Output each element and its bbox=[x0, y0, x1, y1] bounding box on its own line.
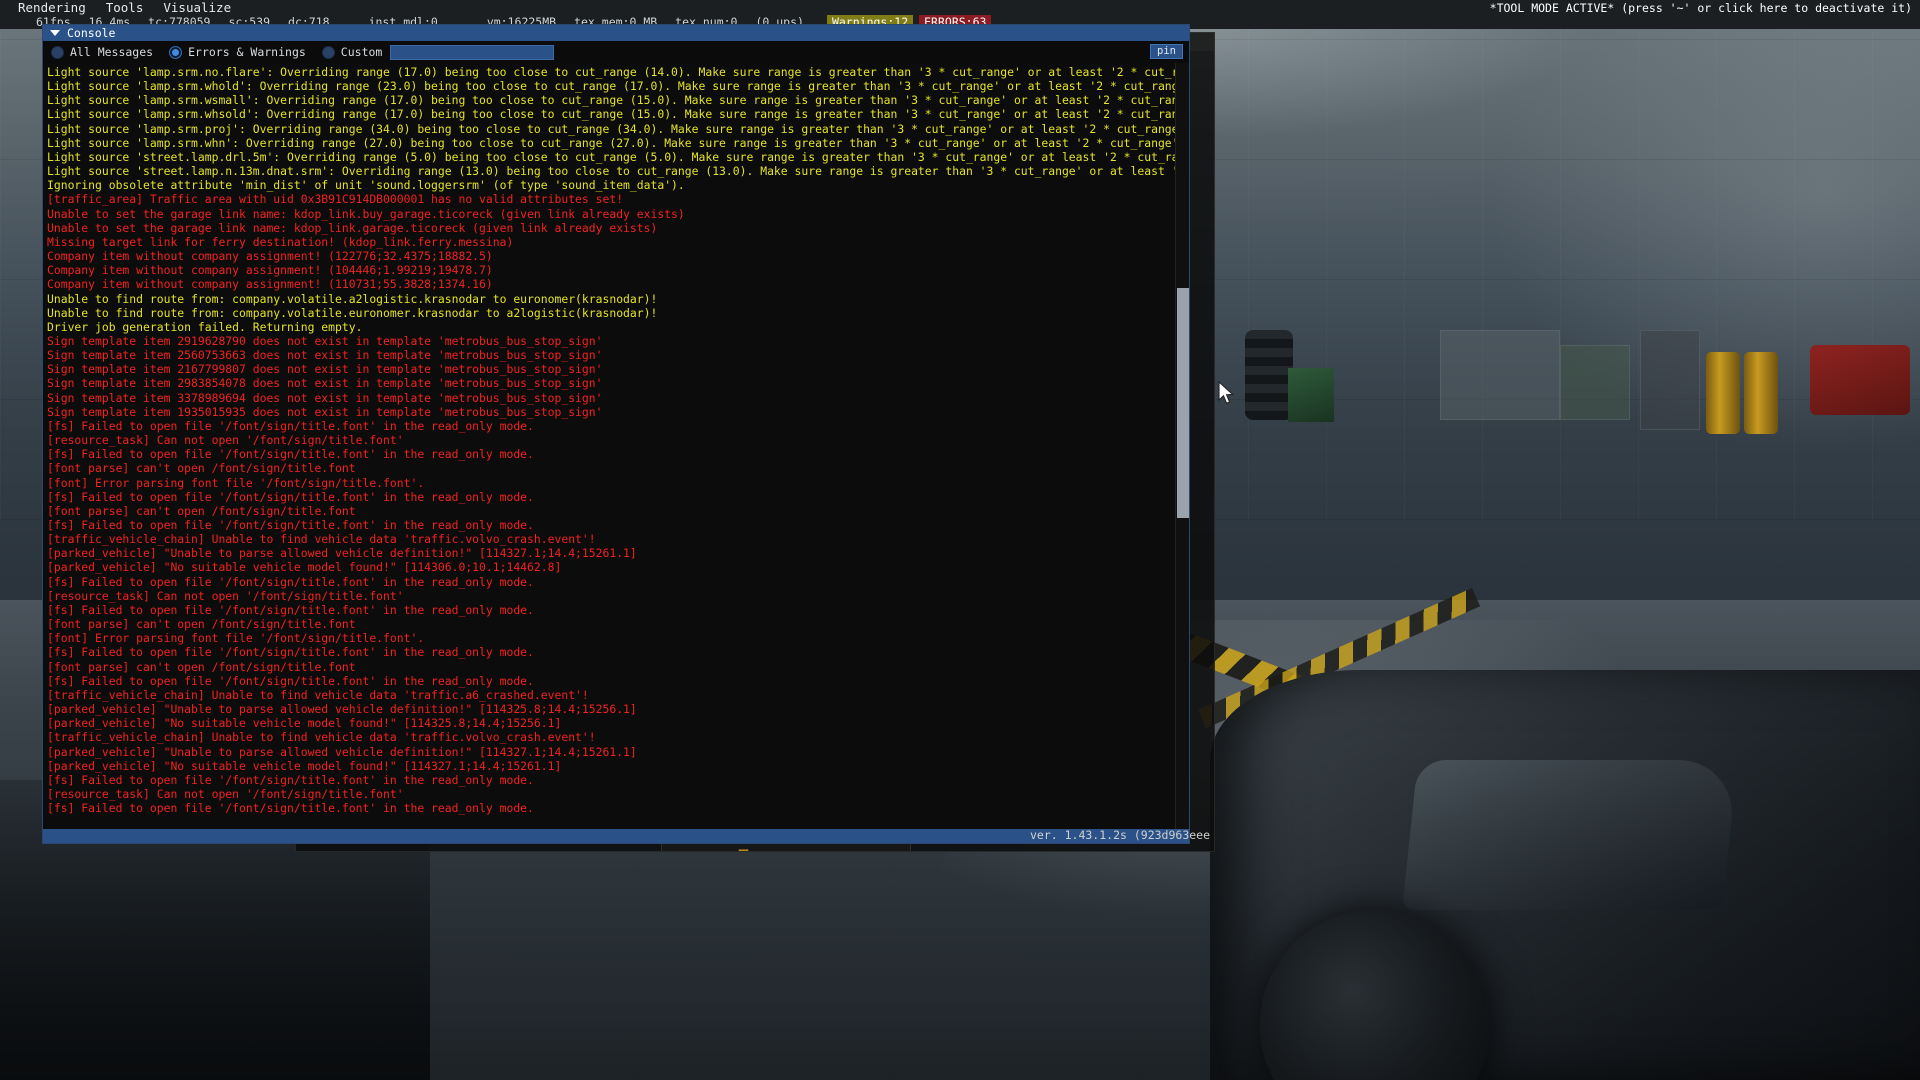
console-log-line: [parked_vehicle] "Unable to parse allowe… bbox=[47, 744, 637, 759]
console-log-line: Light source 'street.lamp.n.13m.dnat.srm… bbox=[47, 164, 1185, 179]
console-filter-toolbar: All Messages Errors & Warnings Custom pi… bbox=[43, 41, 1189, 63]
console-log-line: Light source 'lamp.srm.proj': Overriding… bbox=[47, 121, 1189, 136]
console-log-line: Unable to set the garage link name: kdop… bbox=[47, 206, 685, 221]
console-log-line: Unable to find route from: company.volat… bbox=[47, 291, 658, 306]
custom-filter-input[interactable] bbox=[390, 44, 555, 60]
console-log-line: [parked_vehicle] "No suitable vehicle mo… bbox=[47, 716, 562, 731]
console-log-line: [parked_vehicle] "Unable to parse allowe… bbox=[47, 546, 637, 561]
console-log-line: Light source 'lamp.srm.wsmall': Overridi… bbox=[47, 93, 1189, 108]
menu-visualize[interactable]: Visualize bbox=[153, 0, 241, 16]
console-log-line: Sign template item 2560753663 does not e… bbox=[47, 348, 603, 363]
console-log-line: Unable to find route from: company.volat… bbox=[47, 305, 658, 320]
console-log-line: [fs] Failed to open file '/font/sign/tit… bbox=[47, 489, 534, 504]
console-log-line: [fs] Failed to open file '/font/sign/tit… bbox=[47, 645, 534, 660]
console-log-line: Company item without company assignment!… bbox=[47, 263, 493, 278]
console-log-line: [fs] Failed to open file '/font/sign/tit… bbox=[47, 447, 534, 462]
menu-tools[interactable]: Tools bbox=[96, 0, 154, 16]
console-log-line: [parked_vehicle] "No suitable vehicle mo… bbox=[47, 758, 562, 773]
console-log-line: [traffic_vehicle_chain] Unable to find v… bbox=[47, 687, 589, 702]
console-log-line: [font parse] can't open /font/sign/title… bbox=[47, 461, 356, 476]
console-statusbar bbox=[43, 829, 1189, 843]
truck-window bbox=[1402, 760, 1738, 910]
radio-icon-selected[interactable] bbox=[169, 45, 183, 59]
console-log-line: [resource_task] Can not open '/font/sign… bbox=[47, 786, 404, 801]
console-log-line: [font] Error parsing font file '/font/si… bbox=[47, 631, 425, 646]
game-version-label: ver. 1.43.1.2s (923d963eee bbox=[1030, 828, 1211, 842]
console-log-line: [fs] Failed to open file '/font/sign/tit… bbox=[47, 673, 534, 688]
filter-custom[interactable]: Custom bbox=[321, 45, 383, 59]
console-log-line: Sign template item 1935015935 does not e… bbox=[47, 404, 603, 419]
console-log-line: [fs] Failed to open file '/font/sign/tit… bbox=[47, 772, 534, 787]
pin-button[interactable]: pin bbox=[1150, 44, 1183, 59]
radio-icon[interactable] bbox=[321, 45, 335, 59]
filter-errors-warnings[interactable]: Errors & Warnings bbox=[169, 45, 306, 59]
console-scrollbar-thumb[interactable] bbox=[1177, 288, 1189, 518]
console-log-line: [fs] Failed to open file '/font/sign/tit… bbox=[47, 518, 534, 532]
filter-errors-warnings-label: Errors & Warnings bbox=[188, 45, 306, 59]
console-log-line: Missing target link for ferry destinatio… bbox=[47, 234, 514, 249]
triangle-down-icon[interactable] bbox=[50, 30, 60, 36]
console-log-line: Sign template item 2167799807 does not e… bbox=[47, 362, 603, 377]
console-log-line: [fs] Failed to open file '/font/sign/tit… bbox=[47, 574, 534, 589]
console-log-list: Light source 'lamp.srm.no.flare': Overri… bbox=[43, 63, 1189, 816]
console-log-line: Driver job generation failed. Returning … bbox=[47, 319, 363, 334]
red-machinery bbox=[1810, 345, 1910, 415]
console-log-line: Sign template item 2919628790 does not e… bbox=[47, 333, 603, 348]
console-log-line: [resource_task] Can not open '/font/sign… bbox=[47, 433, 404, 448]
console-log-line: [font parse] can't open /font/sign/title… bbox=[47, 659, 356, 674]
console-log-line: [fs] Failed to open file '/font/sign/tit… bbox=[47, 418, 534, 433]
tool-mode-indicator[interactable]: *TOOL MODE ACTIVE* (press '~' or click h… bbox=[1490, 0, 1912, 16]
debug-menu-row: Rendering Tools Visualize bbox=[0, 0, 241, 16]
console-log-line: Sign template item 2983854078 does not e… bbox=[47, 376, 603, 391]
workshop-shelf bbox=[1560, 345, 1630, 420]
filter-all-messages-label: All Messages bbox=[70, 45, 154, 59]
oil-barrel bbox=[1706, 352, 1740, 434]
console-log-line: [fs] Failed to open file '/font/sign/tit… bbox=[47, 602, 534, 617]
console-log-line: Light source 'lamp.srm.whold': Overridin… bbox=[47, 79, 1189, 94]
green-container bbox=[1288, 368, 1334, 422]
oil-barrel bbox=[1744, 352, 1778, 434]
console-log-line: Light source 'lamp.srm.whn': Overriding … bbox=[47, 135, 1189, 150]
console-log-line: [traffic_area] Traffic area with uid 0x3… bbox=[47, 192, 624, 207]
workshop-shelf bbox=[1440, 330, 1560, 420]
console-log-line: Light source 'street.lamp.drl.5m': Overr… bbox=[47, 149, 1189, 164]
console-log-area[interactable]: Light source 'lamp.srm.no.flare': Overri… bbox=[43, 63, 1189, 829]
console-scrollbar[interactable] bbox=[1175, 63, 1189, 829]
workshop-cabinet bbox=[1640, 330, 1700, 430]
console-log-line: Ignoring obsolete attribute 'min_dist' o… bbox=[47, 178, 685, 193]
developer-console-window: Console All Messages Errors & Warnings C… bbox=[42, 24, 1190, 844]
console-title-label: Console bbox=[67, 26, 116, 40]
tire-stack bbox=[1245, 330, 1293, 420]
filter-custom-label: Custom bbox=[340, 45, 383, 59]
console-log-line: Company item without company assignment!… bbox=[47, 249, 493, 264]
console-log-line: [traffic_vehicle_chain] Unable to find v… bbox=[47, 730, 596, 745]
console-log-line: Sign template item 3378989694 does not e… bbox=[47, 390, 603, 405]
console-log-line: Unable to set the garage link name: kdop… bbox=[47, 220, 658, 235]
menu-rendering[interactable]: Rendering bbox=[8, 0, 96, 16]
console-log-line: [traffic_vehicle_chain] Unable to find v… bbox=[47, 532, 596, 547]
console-log-line: [font parse] can't open /font/sign/title… bbox=[47, 503, 356, 518]
console-log-line: [fs] Failed to open file '/font/sign/tit… bbox=[47, 801, 534, 816]
console-log-line: [parked_vehicle] "No suitable vehicle mo… bbox=[47, 560, 562, 575]
filter-all-messages[interactable]: All Messages bbox=[51, 45, 153, 59]
screen-root: Груз 'Динамит' доставлен из Славянск-на-… bbox=[0, 0, 1920, 1080]
console-log-line: [font parse] can't open /font/sign/title… bbox=[47, 617, 356, 632]
radio-icon[interactable] bbox=[51, 45, 64, 59]
console-log-line: [font] Error parsing font file '/font/si… bbox=[47, 475, 425, 490]
console-titlebar[interactable]: Console bbox=[43, 25, 1189, 41]
console-log-line: Company item without company assignment!… bbox=[47, 277, 493, 292]
console-log-line: Light source 'lamp.srm.no.flare': Overri… bbox=[47, 65, 1189, 79]
console-log-line: Light source 'lamp.srm.whsold': Overridi… bbox=[47, 107, 1189, 122]
console-log-line: [parked_vehicle] "Unable to parse allowe… bbox=[47, 702, 637, 717]
console-log-line: [resource_task] Can not open '/font/sign… bbox=[47, 588, 404, 603]
